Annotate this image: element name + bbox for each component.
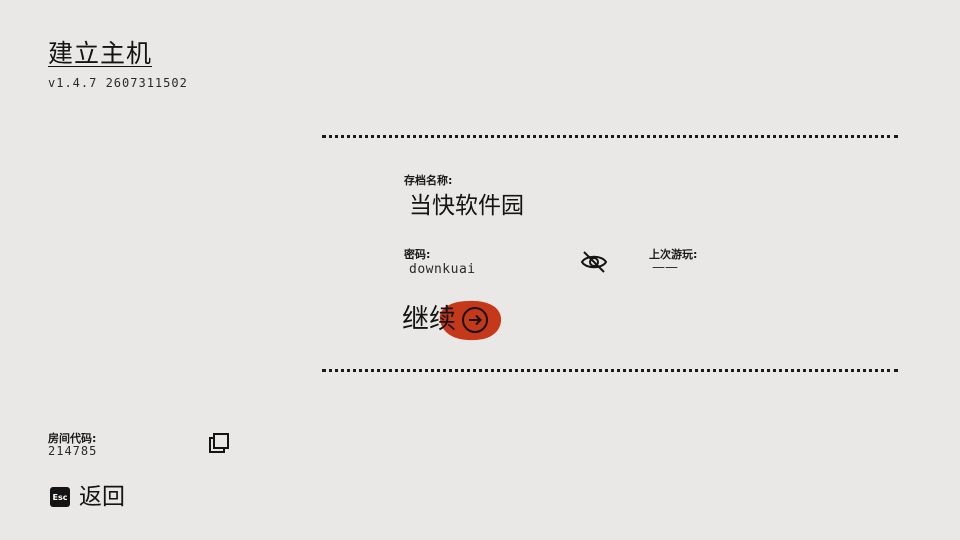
eye-slash-icon <box>580 251 608 273</box>
continue-button[interactable]: 继续 <box>402 296 502 344</box>
esc-key-icon: Esc <box>50 487 70 507</box>
toggle-password-visibility-button[interactable] <box>579 249 609 275</box>
page-title: 建立主机 <box>48 39 153 68</box>
save-name-value: 当快软件园 <box>409 193 524 219</box>
password-value: downkuai <box>409 262 476 277</box>
back-label: 返回 <box>79 484 125 510</box>
continue-label: 继续 <box>402 304 456 335</box>
back-button[interactable]: Esc 返回 <box>50 482 125 512</box>
version-label: v1.4.7 2607311502 <box>48 76 188 90</box>
last-played-value: —— <box>652 260 678 275</box>
copy-room-code-button[interactable] <box>207 431 231 455</box>
password-label: 密码: <box>404 248 431 261</box>
room-code-value: 214785 <box>48 444 98 458</box>
copy-icon <box>209 433 229 453</box>
top-dotted-divider <box>322 135 898 138</box>
save-name-label: 存档名称: <box>404 174 453 187</box>
arrow-right-circle-icon <box>462 307 488 333</box>
bottom-dotted-divider <box>322 369 898 372</box>
